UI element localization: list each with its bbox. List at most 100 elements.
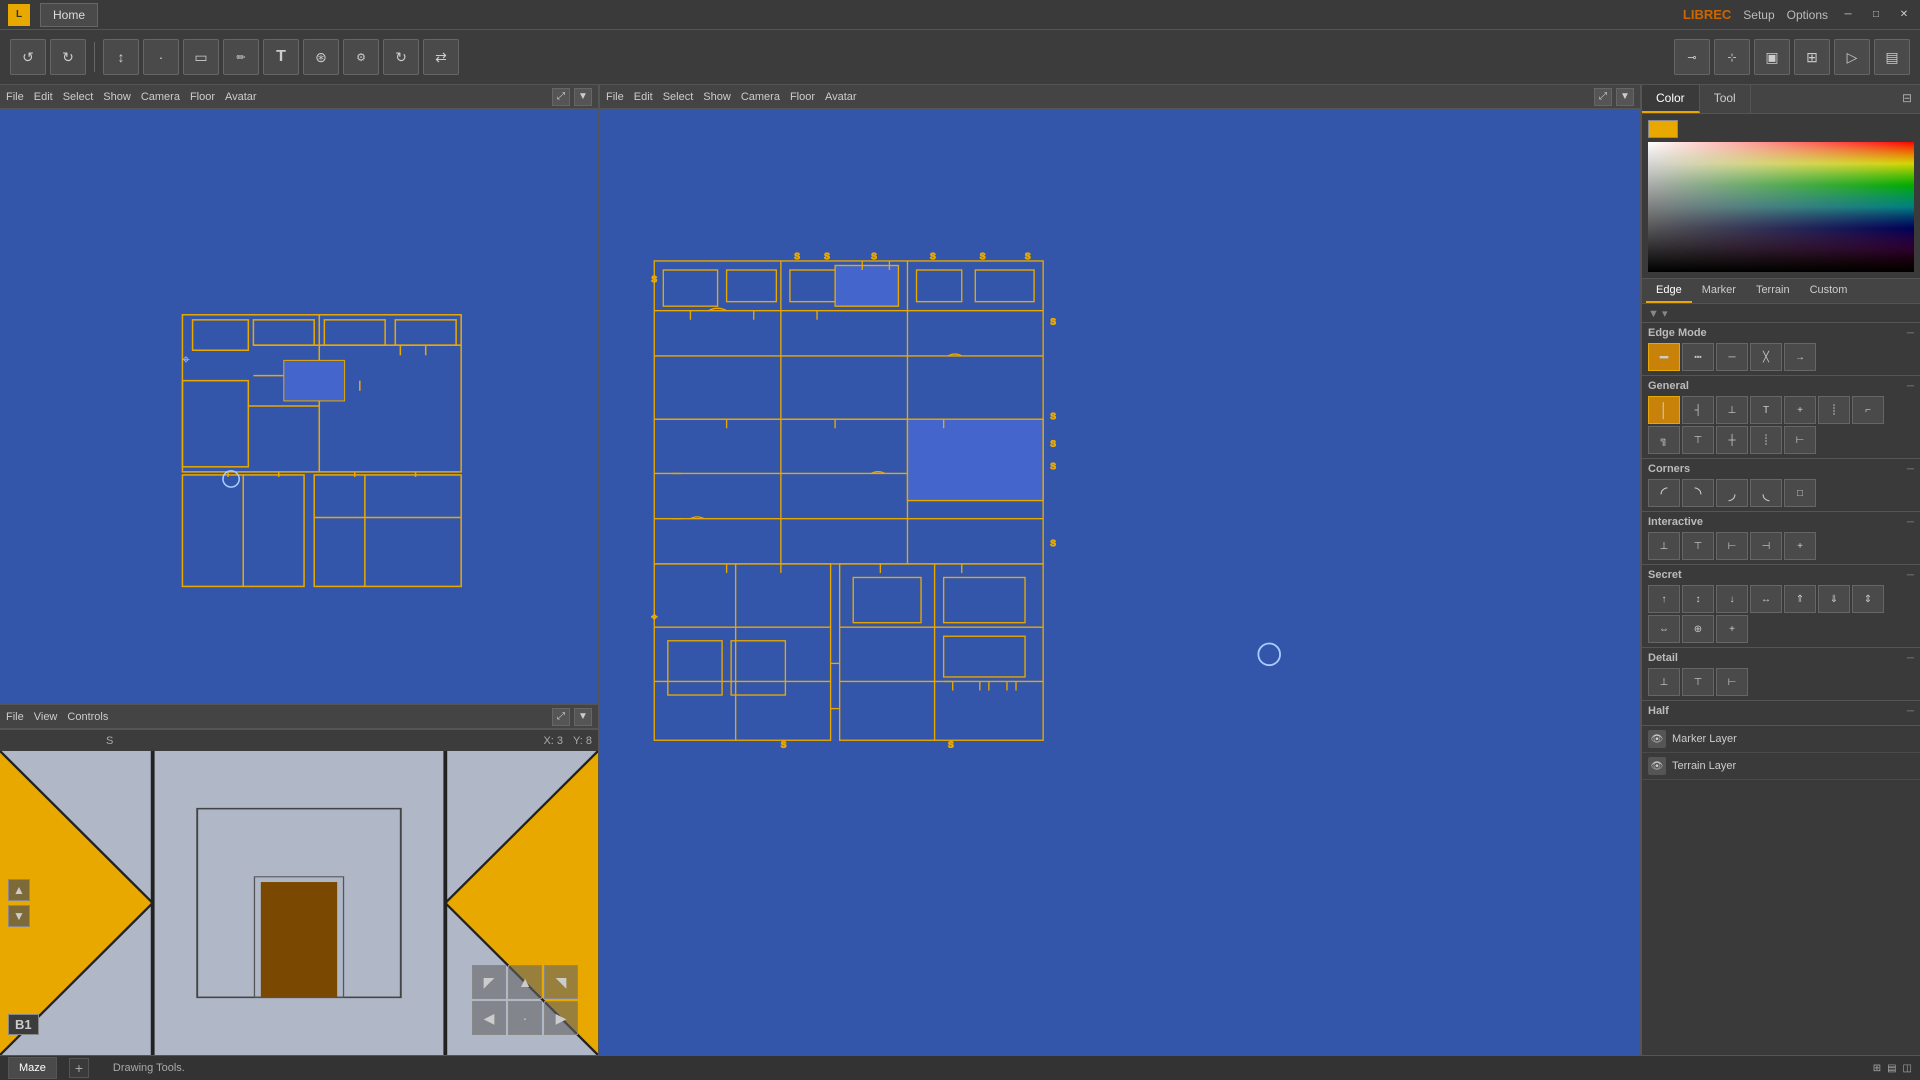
int-3[interactable]: ⊢ (1716, 532, 1748, 560)
corner-5[interactable]: □ (1784, 479, 1816, 507)
main-vp-avatar[interactable]: Avatar (825, 91, 857, 103)
bottom-vp-view[interactable]: View (34, 711, 58, 723)
tool-brush[interactable]: ⚙ (343, 39, 379, 75)
tab-custom[interactable]: Custom (1800, 279, 1858, 303)
tool-pen[interactable]: ✏ (223, 39, 259, 75)
top-vp-file[interactable]: File (6, 91, 24, 103)
int-1[interactable]: ⊥ (1648, 532, 1680, 560)
main-vp-floor[interactable]: Floor (790, 91, 815, 103)
status-icon-1[interactable]: ⊞ (1873, 1063, 1881, 1074)
tool-rotate[interactable]: ↻ (383, 39, 419, 75)
top-vp-avatar[interactable]: Avatar (225, 91, 257, 103)
bottom-vp-expand[interactable]: ⤢ (552, 708, 570, 726)
panel-extra[interactable]: ⊟ (1894, 85, 1920, 113)
sec-4[interactable]: ↔ (1750, 585, 1782, 613)
tab-terrain[interactable]: Terrain (1746, 279, 1800, 303)
edge-mode-collapse[interactable]: ─ (1907, 328, 1914, 339)
tool-rect[interactable]: ▭ (183, 39, 219, 75)
redo-button[interactable]: ↻ (50, 39, 86, 75)
bottom-vp-controls[interactable]: Controls (67, 711, 108, 723)
sec-1[interactable]: ↑ (1648, 585, 1680, 613)
top-vp-show[interactable]: Show (103, 91, 131, 103)
sec-6[interactable]: ⇓ (1818, 585, 1850, 613)
tool-stamp[interactable]: ⊛ (303, 39, 339, 75)
gen-wall-8[interactable]: ╗ (1648, 426, 1680, 454)
main-vp-file[interactable]: File (606, 91, 624, 103)
maximize-button[interactable]: □ (1868, 7, 1884, 23)
edge-solid[interactable]: ━ (1648, 343, 1680, 371)
tool-rt6[interactable]: ▤ (1874, 39, 1910, 75)
gen-wall-dash[interactable]: ┊ (1818, 396, 1850, 424)
close-button[interactable]: ✕ (1896, 7, 1912, 23)
int-4[interactable]: ⊣ (1750, 532, 1782, 560)
tool-rt3[interactable]: ▣ (1754, 39, 1790, 75)
main-vp-expand[interactable]: ⤢ (1594, 88, 1612, 106)
main-vp-camera[interactable]: Camera (741, 91, 780, 103)
gen-wall-h1[interactable]: ┤ (1682, 396, 1714, 424)
tab-tool[interactable]: Tool (1700, 85, 1751, 113)
tool-rt2[interactable]: ⊹ (1714, 39, 1750, 75)
sec-8[interactable]: ⇔ (1648, 615, 1680, 643)
gen-wall-t[interactable]: T (1750, 396, 1782, 424)
gen-wall-v[interactable]: │ (1648, 396, 1680, 424)
tool-select-dot[interactable]: · (143, 39, 179, 75)
marker-layer-visibility[interactable]: 👁 (1648, 730, 1666, 748)
gen-wall-h2[interactable]: ⊥ (1716, 396, 1748, 424)
corners-collapse[interactable]: ─ (1907, 464, 1914, 475)
tool-move[interactable]: ↕ (103, 39, 139, 75)
det-3[interactable]: ⊢ (1716, 668, 1748, 696)
bottom-vp-menu[interactable]: ▼ (574, 708, 592, 726)
add-tab-button[interactable]: + (69, 1058, 89, 1078)
nav-right-up[interactable]: ◥ (544, 965, 578, 999)
top-vp-select[interactable]: Select (63, 91, 94, 103)
3d-canvas[interactable]: ▲ ▼ B1 ◤ ▲ ◥ ◀ · ▶ (0, 751, 598, 1055)
top-vp-floor[interactable]: Floor (190, 91, 215, 103)
color-swatch[interactable] (1648, 120, 1678, 138)
bottom-vp-file[interactable]: File (6, 711, 24, 723)
int-5[interactable]: + (1784, 532, 1816, 560)
setup-menu[interactable]: Setup (1743, 8, 1774, 22)
main-vp-select[interactable]: Select (663, 91, 694, 103)
nav-center[interactable]: · (508, 1001, 542, 1035)
sec-2[interactable]: ↕ (1682, 585, 1714, 613)
status-icon-3[interactable]: ◫ (1903, 1063, 1912, 1074)
undo-button[interactable]: ↺ (10, 39, 46, 75)
edge-thin[interactable]: ─ (1716, 343, 1748, 371)
corner-3[interactable]: ◞ (1716, 479, 1748, 507)
tool-rt4[interactable]: ⊞ (1794, 39, 1830, 75)
maze-tab[interactable]: Maze (8, 1057, 57, 1079)
gen-wall-11[interactable]: ┊ (1750, 426, 1782, 454)
sec-7[interactable]: ⇕ (1852, 585, 1884, 613)
nav-right[interactable]: ▶ (544, 1001, 578, 1035)
edge-cross[interactable]: ╳ (1750, 343, 1782, 371)
detail-collapse[interactable]: ─ (1907, 653, 1914, 664)
det-2[interactable]: ⊤ (1682, 668, 1714, 696)
gen-wall-9[interactable]: ⊤ (1682, 426, 1714, 454)
minimize-button[interactable]: ─ (1840, 7, 1856, 23)
main-vp-show[interactable]: Show (703, 91, 731, 103)
top-vp-camera[interactable]: Camera (141, 91, 180, 103)
color-gradient[interactable] (1648, 142, 1914, 272)
half-collapse[interactable]: ─ (1907, 706, 1914, 717)
sec-extra[interactable]: ⊕ (1682, 615, 1714, 643)
nav-left[interactable]: ◀ (472, 1001, 506, 1035)
filter-icon[interactable]: ▼ ▾ (1648, 308, 1667, 320)
edge-dashed[interactable]: ┅ (1682, 343, 1714, 371)
edge-arrow[interactable]: → (1784, 343, 1816, 371)
det-1[interactable]: ⊥ (1648, 668, 1680, 696)
general-collapse[interactable]: ─ (1907, 381, 1914, 392)
sec-plus[interactable]: + (1716, 615, 1748, 643)
top-viewport-canvas[interactable]: ⌖ (0, 109, 598, 703)
int-2[interactable]: ⊤ (1682, 532, 1714, 560)
home-tab[interactable]: Home (40, 3, 98, 27)
status-icon-2[interactable]: ▤ (1887, 1063, 1896, 1074)
move-up-button[interactable]: ▲ (8, 879, 30, 901)
tool-flip[interactable]: ⇄ (423, 39, 459, 75)
secret-collapse[interactable]: ─ (1907, 570, 1914, 581)
tool-text[interactable]: T (263, 39, 299, 75)
top-vp-menu[interactable]: ▼ (574, 88, 592, 106)
tool-rt1[interactable]: ⊸ (1674, 39, 1710, 75)
main-vp-menu[interactable]: ▼ (1616, 88, 1634, 106)
main-vp-edit[interactable]: Edit (634, 91, 653, 103)
tab-color[interactable]: Color (1642, 85, 1700, 113)
